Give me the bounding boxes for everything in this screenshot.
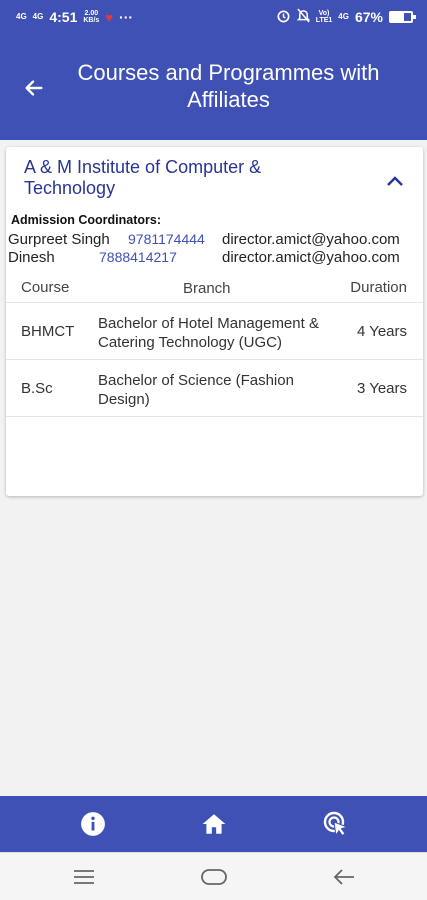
page-title: Courses and Programmes with Affiliates	[77, 60, 380, 112]
more-notifications: ···	[119, 9, 134, 25]
volte-indicator: Vo) LTE1	[316, 10, 333, 24]
battery-fill	[391, 13, 405, 21]
coordinators-label: Admission Coordinators:	[11, 213, 162, 227]
info-icon	[81, 812, 105, 836]
system-nav-bar	[0, 852, 427, 900]
status-bar: 4G 4G 4:51 2.00 KB/s ♥ ··· Vo) LTE1 4G 6…	[0, 0, 427, 34]
institute-card: A & M Institute of Computer & Technology…	[6, 147, 423, 496]
net-speed-unit: KB/s	[83, 17, 100, 24]
coordinator-name: Dinesh	[8, 249, 55, 266]
table-header-row: Course Branch Duration	[6, 273, 423, 303]
institute-name[interactable]: A & M Institute of Computer & Technology	[24, 157, 324, 199]
coordinator-phone-link[interactable]: 7888414217	[99, 249, 177, 265]
course-duration: 3 Years	[356, 380, 407, 397]
coordinator-name: Gurpreet Singh	[8, 231, 110, 248]
course-branch: Bachelor of Hotel Management & Catering …	[98, 315, 319, 351]
chevron-up-icon	[387, 176, 403, 186]
home-button[interactable]	[196, 806, 232, 842]
signal-4g-1: 4G	[16, 12, 27, 21]
home-icon	[202, 814, 226, 834]
courses-table: Course Branch Duration BHMCT Bachelor of…	[6, 273, 423, 417]
volte-top: Vo)	[318, 10, 330, 17]
battery-icon	[389, 11, 416, 23]
net-speed: 2.00 KB/s	[83, 10, 99, 24]
recent-apps-button[interactable]	[68, 863, 100, 891]
bottom-nav	[0, 796, 427, 852]
course-code: BHMCT	[21, 323, 75, 340]
touch-button[interactable]	[318, 806, 354, 842]
menu-lines-icon	[74, 870, 94, 884]
table-row: BHMCT Bachelor of Hotel Management & Cat…	[6, 303, 423, 360]
mute-icon	[296, 8, 311, 26]
coordinator-phone-link[interactable]: 9781174444	[128, 231, 205, 247]
header-duration: Duration	[350, 279, 407, 296]
course-code: B.Sc	[21, 380, 53, 397]
net-speed-value: 2.00	[84, 10, 99, 17]
course-branch: Bachelor of Science (Fashion Design)	[98, 372, 294, 408]
arrow-left-icon	[25, 80, 43, 96]
signal-4g-3: 4G	[338, 12, 349, 21]
alarm-icon	[276, 8, 291, 26]
arrow-left-icon	[333, 869, 354, 885]
coordinator-email[interactable]: director.amict@yahoo.com	[222, 249, 400, 266]
system-home-button[interactable]	[198, 863, 230, 891]
collapse-button[interactable]	[381, 167, 409, 195]
header-course: Course	[21, 279, 70, 296]
course-duration: 4 Years	[356, 323, 407, 340]
volte-bottom: LTE1	[315, 17, 333, 24]
info-button[interactable]	[75, 806, 111, 842]
coordinator-email[interactable]: director.amict@yahoo.com	[222, 231, 400, 248]
rounded-rect-icon	[201, 869, 227, 885]
clock: 4:51	[49, 9, 78, 25]
touch-icon	[323, 811, 349, 837]
app-bar: Courses and Programmes with Affiliates	[0, 34, 427, 140]
system-back-button[interactable]	[328, 863, 360, 891]
heart-icon: ♥	[105, 9, 114, 25]
signal-4g-2: 4G	[32, 12, 44, 21]
battery-percent: 67%	[354, 9, 383, 25]
back-button[interactable]	[18, 72, 50, 104]
table-row: B.Sc Bachelor of Science (Fashion Design…	[6, 360, 423, 417]
